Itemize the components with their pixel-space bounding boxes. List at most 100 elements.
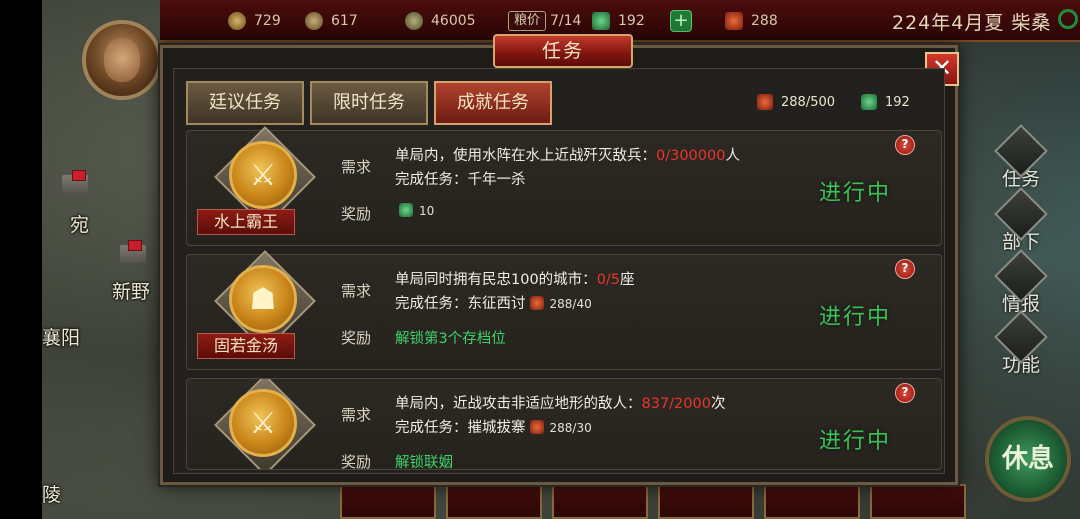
task-card[interactable]: ⚔ 需求 奖励 单局内，近战攻击非适应地形的敌人：837/2000次 完成任务：… (186, 378, 942, 470)
troops-resource: 46005 (405, 10, 476, 32)
prerequisite-text: 完成任务：东征西讨 (395, 296, 526, 312)
scroll-icon (725, 12, 743, 30)
token-resource: 192 (592, 10, 645, 32)
scroll-icon (757, 94, 773, 110)
task-reward: 10 (395, 203, 434, 219)
troops-icon (405, 12, 423, 30)
date-location: 224年4月夏 柴桑 (892, 12, 1052, 34)
task-requirement: 单局内，近战攻击非适应地形的敌人：837/2000次 (395, 392, 725, 413)
prerequisite-text: 完成任务：摧城拔寨 (395, 420, 526, 436)
side-menu-tasks[interactable]: 任务 (994, 124, 1048, 191)
bottom-command-bar (330, 484, 970, 519)
troops-value: 46005 (431, 13, 476, 29)
gold-resource: 729 (228, 10, 281, 32)
flag-icon (128, 240, 142, 251)
bottom-tab[interactable] (552, 484, 648, 519)
task-status: 进行中 (819, 429, 892, 454)
gold-icon (228, 12, 246, 30)
scroll-icon (529, 420, 544, 434)
grain-price-value: 7/14 (550, 13, 582, 29)
task-reward: 解锁联姻 (395, 455, 453, 470)
status-ring-icon[interactable] (1058, 9, 1078, 29)
task-card[interactable]: ⚔ 水上霸王 需求 奖励 单局内，使用水阵在水上近战歼灭敌兵：0/300000人… (186, 126, 942, 246)
task-prerequisite: 完成任务：千年一杀 (395, 172, 526, 188)
task-reward: 解锁第3个存档位 (395, 331, 506, 347)
reward-label: 奖励 (341, 329, 372, 347)
requirement-text: 单局内，使用水阵在水上近战歼灭敌兵： (395, 148, 656, 164)
task-prerequisite: 完成任务：摧城拔寨 288/30 (395, 416, 592, 437)
requirement-unit: 座 (620, 272, 635, 288)
token-counter: 192 (861, 94, 910, 110)
reward-label: 奖励 (341, 453, 372, 470)
bottom-tab[interactable] (446, 484, 542, 519)
left-black-bar (0, 0, 42, 519)
jade-token-icon (592, 12, 610, 30)
requirement-progress: 837/2000 (641, 396, 711, 412)
add-resource-button[interactable]: + (670, 10, 692, 32)
reward-count: 10 (419, 204, 435, 218)
gold-value: 729 (254, 13, 281, 29)
task-name: 固若金汤 (197, 333, 295, 359)
task-requirement: 单局内，使用水阵在水上近战歼灭敌兵：0/300000人 (395, 144, 740, 165)
need-label: 需求 (341, 158, 372, 176)
map-label-xiangyang[interactable]: 襄阳 (42, 323, 80, 350)
scroll-counter: 288/500 (757, 94, 835, 110)
task-prerequisite: 完成任务：东征西讨 288/40 (395, 292, 592, 313)
tab-court-tasks[interactable]: 廷议任务 (186, 81, 304, 125)
tab-achievement-tasks[interactable]: 成就任务 (434, 81, 552, 125)
token-counter-value: 192 (885, 94, 910, 110)
requirement-unit: 人 (725, 148, 740, 164)
rest-button[interactable]: 休息 (985, 416, 1071, 502)
help-icon[interactable]: ? (895, 383, 915, 403)
scroll-icon (529, 296, 544, 310)
side-menu-subordinates[interactable]: 部下 (994, 187, 1048, 254)
face-icon (104, 38, 140, 82)
food-icon (305, 12, 323, 30)
task-name: 水上霸王 (197, 209, 295, 235)
general-portrait[interactable] (82, 20, 162, 100)
tab-timed-tasks[interactable]: 限时任务 (310, 81, 428, 125)
token-value: 192 (618, 13, 645, 29)
requirement-progress: 0/5 (596, 272, 621, 288)
food-resource: 617 (305, 10, 358, 32)
warrior-icon: ☗ (229, 265, 297, 333)
map-label-wan[interactable]: 宛 (70, 210, 89, 237)
task-card[interactable]: ☗ 固若金汤 需求 奖励 单局同时拥有民忠100的城市：0/5座 完成任务：东征… (186, 250, 942, 370)
map-label-ling[interactable]: 陵 (42, 480, 61, 507)
help-icon[interactable]: ? (895, 135, 915, 155)
task-dialog: 任务 ✕ 廷议任务 限时任务 成就任务 288/500 192 ⚔ 水上霸王 需… (160, 34, 959, 485)
side-menu-intel[interactable]: 情报 (994, 249, 1048, 316)
bottom-tab[interactable] (340, 484, 436, 519)
need-label: 需求 (341, 282, 372, 300)
crossed-swords-icon: ⚔ (229, 389, 297, 457)
food-value: 617 (331, 13, 358, 29)
grain-price-label: 粮价 (508, 11, 547, 31)
reward-label: 奖励 (341, 205, 372, 223)
need-label: 需求 (341, 406, 372, 424)
requirement-text: 单局内，近战攻击非适应地形的敌人： (395, 396, 642, 412)
bottom-tab[interactable] (870, 484, 966, 519)
grain-price: 7/14 (550, 10, 581, 32)
bottom-tab[interactable] (658, 484, 754, 519)
requirement-progress: 0/300000 (656, 148, 726, 164)
prerequisite-count: 288/40 (549, 297, 592, 311)
flag-icon (72, 170, 86, 181)
requirement-unit: 次 (710, 396, 726, 412)
dialog-title: 任务 (493, 34, 633, 68)
scroll-resource: 288 (725, 10, 778, 32)
task-status: 进行中 (819, 181, 892, 206)
prerequisite-count: 288/30 (549, 421, 592, 435)
map-label-xinye[interactable]: 新野 (112, 277, 150, 304)
help-icon[interactable]: ? (895, 259, 915, 279)
scroll-counter-value: 288/500 (781, 94, 836, 110)
jade-token-icon (861, 94, 877, 110)
task-status: 进行中 (819, 305, 892, 330)
requirement-text: 单局同时拥有民忠100的城市： (395, 272, 597, 288)
jade-token-icon (399, 203, 413, 217)
task-requirement: 单局同时拥有民忠100的城市：0/5座 (395, 268, 635, 289)
task-medal: ⚔ (214, 379, 316, 469)
side-menu-functions[interactable]: 功能 (994, 310, 1048, 377)
bottom-tab[interactable] (764, 484, 860, 519)
crossed-swords-icon: ⚔ (229, 141, 297, 209)
scroll-value: 288 (751, 13, 778, 29)
